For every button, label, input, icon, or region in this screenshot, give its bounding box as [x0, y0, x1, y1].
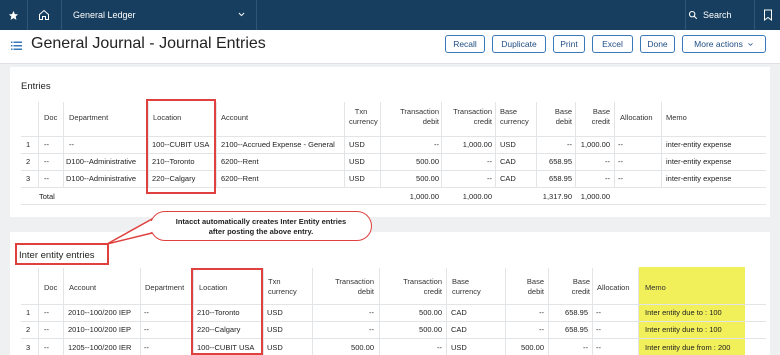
cell-account: 2010--100/200 IEP: [68, 325, 131, 334]
col-base-debit: Base debit: [526, 277, 544, 296]
col-memo: Memo: [645, 283, 666, 292]
cell-allocation: --: [596, 343, 601, 352]
col-base-currency: Base currency: [452, 277, 481, 296]
cell-txn-debit: 500.00: [351, 343, 374, 352]
cell-doc: --: [44, 325, 49, 334]
col-account: Account: [69, 283, 97, 292]
cell-txn-credit: 500.00: [419, 325, 442, 334]
cell-doc: --: [44, 343, 49, 352]
cell-memo: Inter entity due to : 100: [645, 308, 722, 317]
inter-location-highlight-box: [191, 268, 263, 355]
cell-txn-currency: USD: [267, 343, 283, 352]
inter-title-highlight-box: [15, 243, 109, 265]
cell-base-debit: --: [539, 308, 544, 317]
cell-base-currency: CAD: [451, 325, 467, 334]
cell-base-currency: CAD: [451, 308, 467, 317]
cell-base-credit: 658.95: [565, 325, 588, 334]
col-department: Department: [145, 283, 185, 292]
cell-base-currency: USD: [451, 343, 467, 352]
col-txn-currency: Txn currency: [268, 277, 297, 296]
cell-allocation: --: [596, 325, 601, 334]
cell-doc: --: [44, 308, 49, 317]
cell-department: --: [144, 343, 149, 352]
cell-department: --: [144, 325, 149, 334]
cell-base-debit: 500.00: [521, 343, 544, 352]
col-doc: Doc: [44, 283, 58, 292]
col-txn-credit: Transaction credit: [403, 277, 442, 296]
cell-account: 1205--100/200 IER: [68, 343, 132, 352]
col-allocation: Allocation: [597, 283, 630, 292]
cell-txn-currency: USD: [267, 325, 283, 334]
cell-txn-currency: USD: [267, 308, 283, 317]
cell-base-debit: --: [539, 325, 544, 334]
col-base-credit: Base credit: [571, 277, 590, 296]
cell-base-credit: 658.95: [565, 308, 588, 317]
row-number: 2: [26, 325, 31, 334]
cell-department: --: [144, 308, 149, 317]
cell-allocation: --: [596, 308, 601, 317]
cell-memo: Inter entity due from : 200: [645, 343, 731, 352]
row-number: 3: [26, 343, 31, 352]
cell-txn-debit: --: [369, 308, 374, 317]
row-number: 1: [26, 308, 31, 317]
cell-account: 2010--100/200 IEP: [68, 308, 131, 317]
cell-base-credit: --: [583, 343, 588, 352]
cell-txn-credit: --: [437, 343, 442, 352]
col-txn-debit: Transaction debit: [335, 277, 374, 296]
cell-txn-debit: --: [369, 325, 374, 334]
cell-memo: Inter entity due to : 100: [645, 325, 722, 334]
cell-txn-credit: 500.00: [419, 308, 442, 317]
